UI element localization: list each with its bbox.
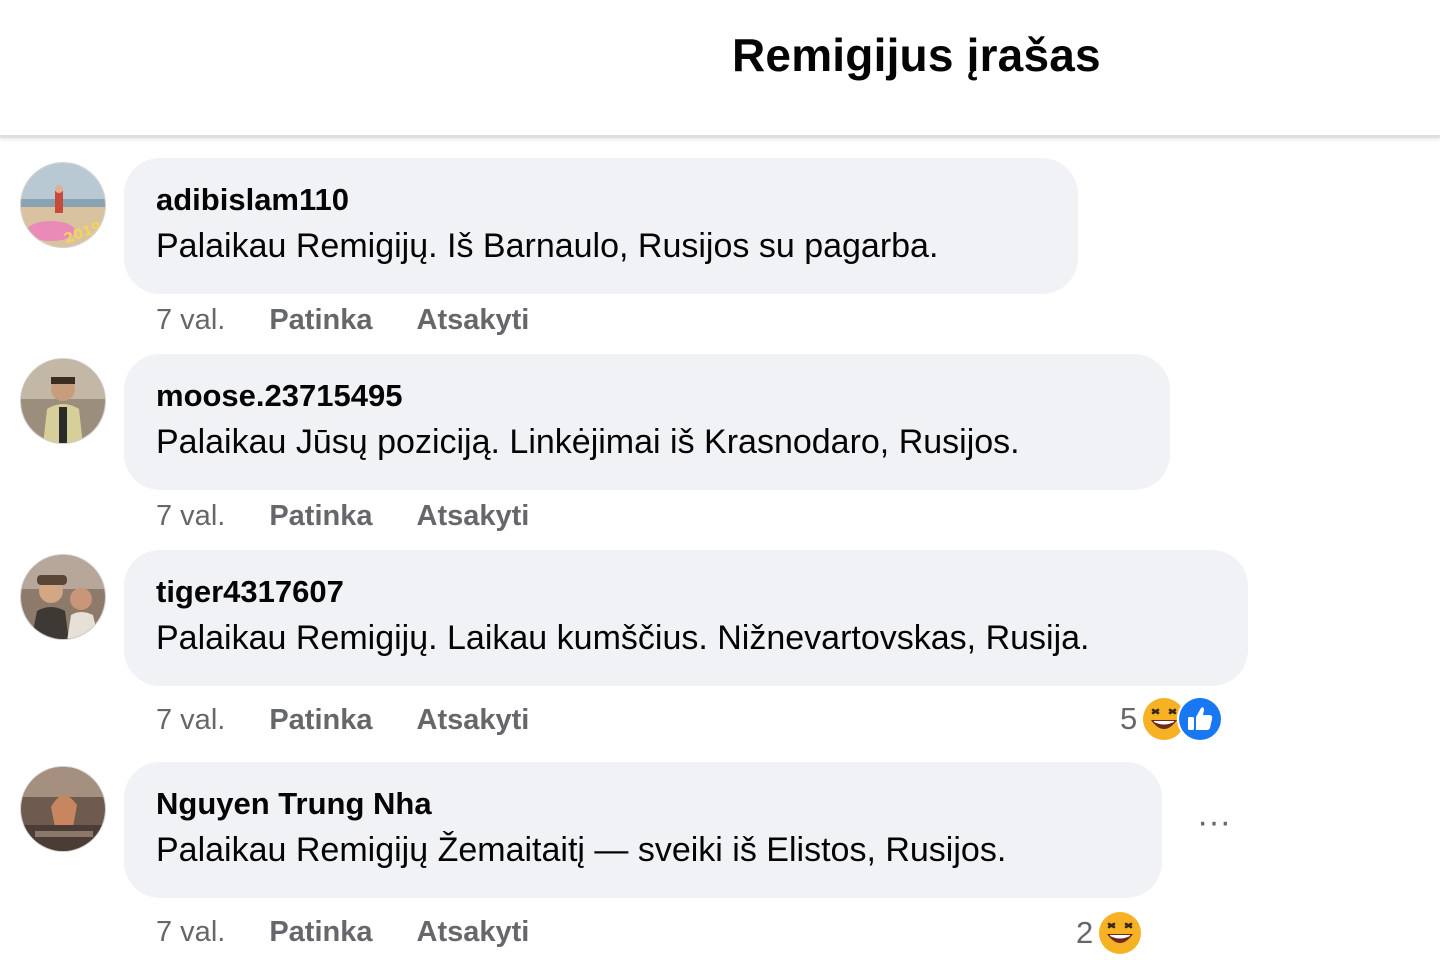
comment-time[interactable]: 7 val. [156,916,225,949]
like-reaction-icon [1177,696,1224,742]
post-header: Remigijus įrašas [0,0,1440,138]
reaction-count: 5 [1120,701,1138,736]
avatar-photo [21,767,105,851]
avatar-group-photo [21,555,105,639]
comment-text: Palaikau Jūsų poziciją. Linkėjimai iš Kr… [156,423,1020,461]
avatar[interactable] [20,554,106,640]
comment-author[interactable]: tiger4317607 [156,572,1216,612]
comment-text: Palaikau Remigijų. Laikau kumščius. Nižn… [156,619,1090,657]
comment-time[interactable]: 7 val. [156,500,225,533]
haha-reaction-icon [1097,910,1144,956]
comment-meta: 7 val. Patinka Atsakyti [156,912,573,952]
like-button[interactable]: Patinka [269,916,372,949]
comment-bubble: adibislam110 Palaikau Remigijų. Iš Barna… [124,158,1078,294]
avatar[interactable] [20,766,106,852]
comment-text: Palaikau Remigijų Žemaitaitį — sveiki iš… [156,831,1007,869]
comment-text: Palaikau Remigijų. Iš Barnaulo, Rusijos … [156,227,939,265]
like-button[interactable]: Patinka [269,500,372,533]
reply-button[interactable]: Atsakyti [417,704,530,737]
like-button[interactable]: Patinka [269,304,372,337]
comment-author[interactable]: adibislam110 [156,180,1046,220]
comment-time[interactable]: 7 val. [156,704,225,737]
avatar[interactable] [20,358,106,444]
reaction-summary[interactable]: 5 [1120,692,1225,746]
reply-button[interactable]: Atsakyti [417,304,530,337]
like-button[interactable]: Patinka [269,704,372,737]
comment-bubble: tiger4317607 Palaikau Remigijų. Laikau k… [124,550,1248,686]
post-title: Remigijus įrašas [732,29,1101,81]
reaction-summary[interactable]: 2 [1076,906,1145,960]
more-options-button[interactable]: ··· [1194,805,1234,848]
avatar-beach-photo: 2019 [21,163,105,247]
comment-time[interactable]: 7 val. [156,304,225,337]
comment-author[interactable]: moose.23715495 [156,376,1138,416]
reply-button[interactable]: Atsakyti [417,500,530,533]
avatar[interactable]: 2019 [20,162,106,248]
reply-button[interactable]: Atsakyti [417,916,530,949]
comment-meta: 7 val. Patinka Atsakyti [156,700,573,740]
comment-meta: 7 val. Patinka Atsakyti [156,496,573,536]
comment-bubble: moose.23715495 Palaikau Jūsų poziciją. L… [124,354,1170,490]
reaction-count: 2 [1076,915,1094,950]
comment-meta: 7 val. Patinka Atsakyti [156,300,573,340]
comment-bubble: Nguyen Trung Nha Palaikau Remigijų Žemai… [124,762,1162,898]
comment-author[interactable]: Nguyen Trung Nha [156,784,1130,824]
avatar-person-photo [21,359,105,443]
